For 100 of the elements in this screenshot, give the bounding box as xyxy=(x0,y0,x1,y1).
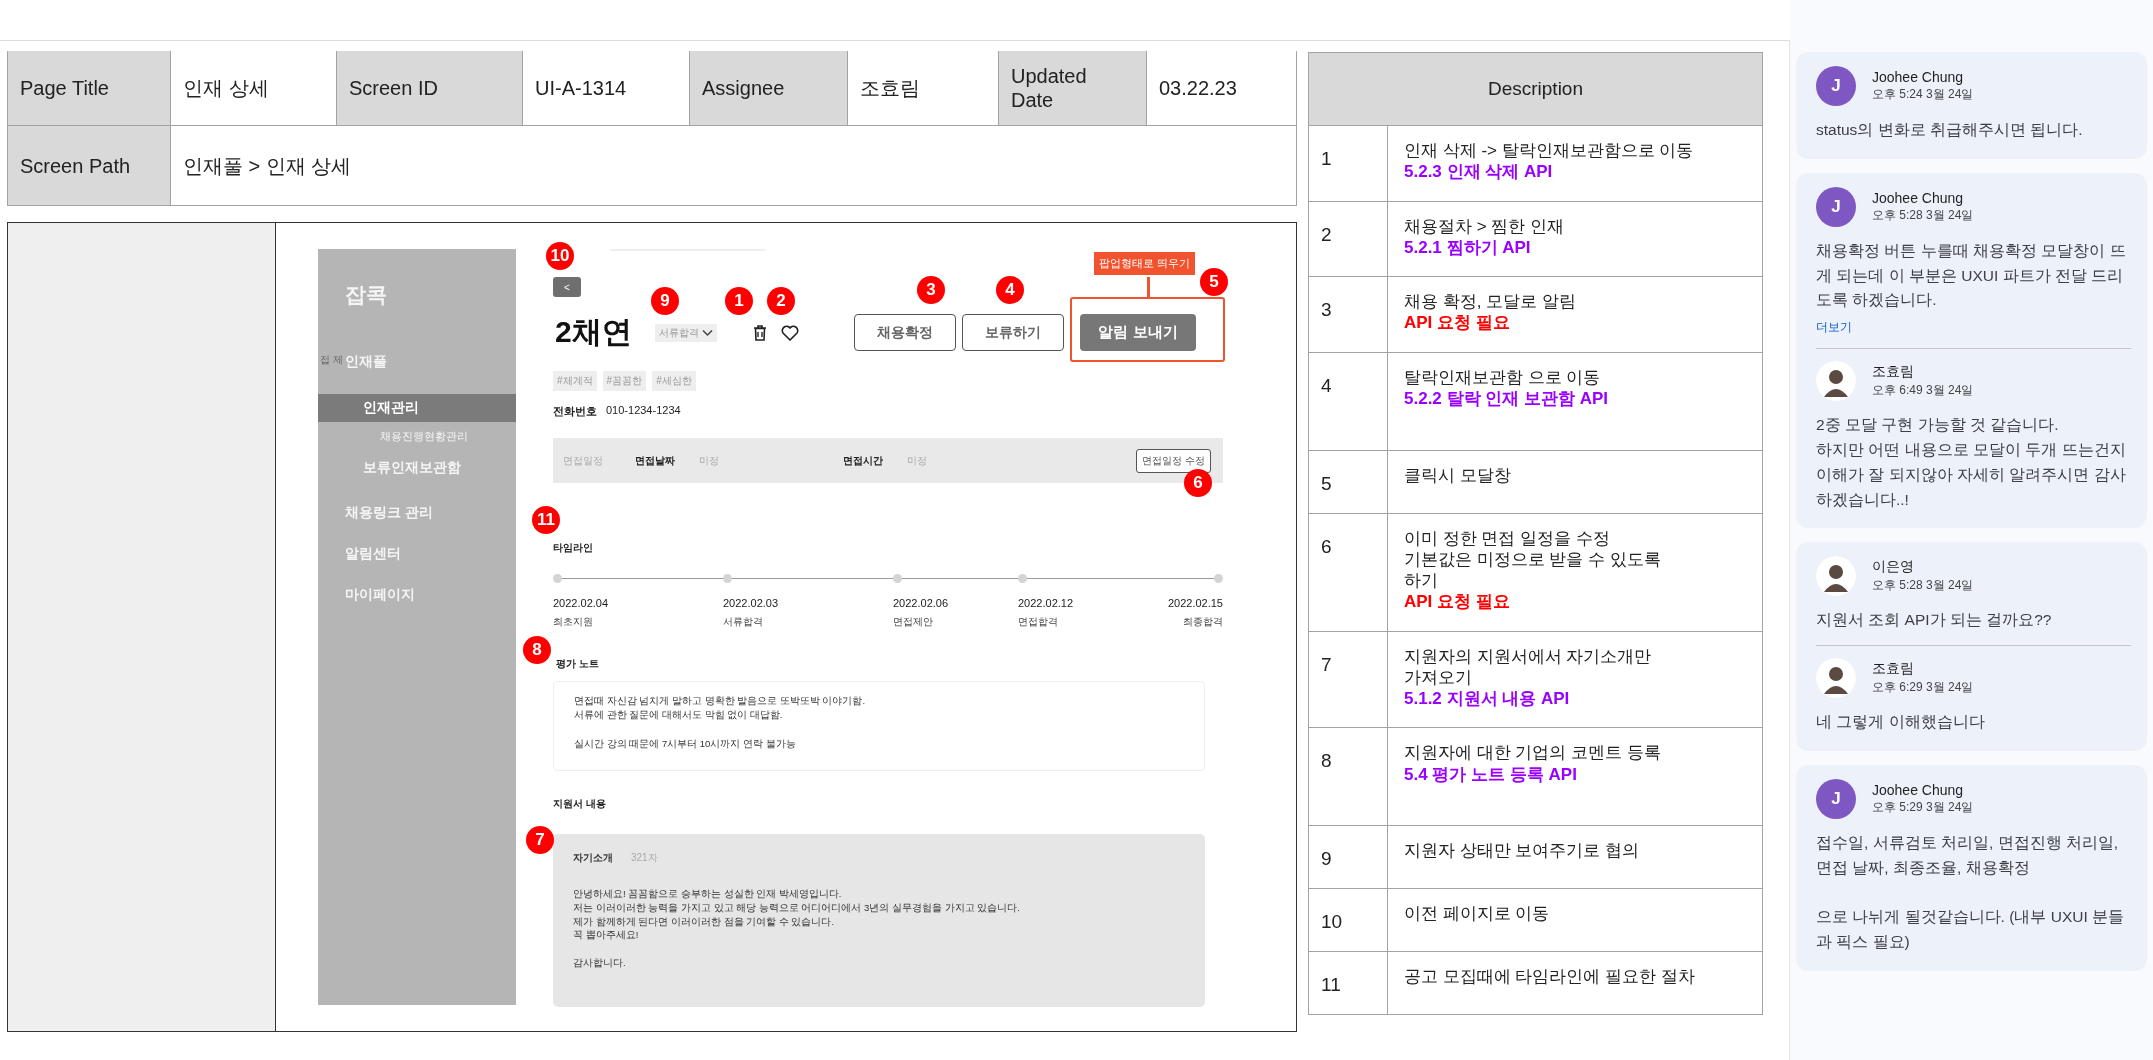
faded-text: 접 제 xyxy=(320,353,343,367)
number-marker: 6 xyxy=(1184,469,1212,497)
timeline-dot xyxy=(553,574,562,583)
description-text: 채용절차 > 찜한 인재 xyxy=(1404,215,1566,237)
caret-icon xyxy=(702,328,713,337)
phone-number: 010-1234-1234 xyxy=(606,404,681,418)
number-marker: 1 xyxy=(725,287,753,315)
row-number: 3 xyxy=(1321,299,1332,320)
back-button[interactable]: < xyxy=(553,277,581,297)
comment-text: 네 그렇게 이해했습니다 xyxy=(1816,712,1986,733)
api-note: 5.2.3 인재 삭제 API xyxy=(1404,161,1554,183)
description-text: 공고 모집때에 타임라인에 필요한 절차 xyxy=(1404,966,1696,988)
number-marker: 3 xyxy=(917,276,945,304)
tag: #꼼꼼한 xyxy=(602,371,647,391)
section-title: 타임라인 xyxy=(553,541,594,555)
number-marker: 8 xyxy=(523,636,551,664)
number-marker: 11 xyxy=(532,506,560,534)
step-date: 2022.02.03 xyxy=(723,597,780,609)
trash-icon[interactable] xyxy=(753,324,767,341)
avatar: J xyxy=(1816,778,1856,819)
comment-author: 이은영 xyxy=(1872,558,1915,577)
description-text: 가져오기 xyxy=(1404,666,1473,688)
row-number: 8 xyxy=(1321,750,1332,772)
send-button[interactable]: 알림 보내기 xyxy=(1080,314,1196,351)
row-number: 6 xyxy=(1321,535,1332,557)
more-link[interactable]: 더보기 xyxy=(1816,319,1852,337)
timeline-dot xyxy=(893,574,902,583)
avatar xyxy=(1816,658,1856,699)
row-number: 4 xyxy=(1321,374,1332,396)
api-note: 5.2.1 찜하기 API xyxy=(1404,236,1532,258)
avatar xyxy=(1816,361,1856,402)
step-date: 2022.02.04 xyxy=(553,597,610,609)
tag: #체계적 xyxy=(553,371,597,391)
field-value: 인재풀 > 인재 상세 xyxy=(183,153,352,178)
step-label: 최종합격 xyxy=(1183,615,1223,629)
description-text: 클릭시 모달창 xyxy=(1404,464,1512,486)
column-header: Description xyxy=(1487,78,1583,100)
row-number: 1 xyxy=(1321,148,1332,169)
step-date: 2022.02.06 xyxy=(893,597,950,609)
avatar: J xyxy=(1816,66,1856,106)
step-label: 면접합격 xyxy=(1018,615,1059,629)
heart-icon[interactable] xyxy=(781,324,799,341)
comment-time: 오후 6:49 3월 24일 xyxy=(1872,382,1974,400)
edit-schedule-button[interactable]: 면접일정 수정 xyxy=(1136,448,1211,473)
interview-value: 미정 xyxy=(699,453,719,468)
number-marker: 4 xyxy=(996,276,1024,304)
comment-time: 오후 5:28 3월 24일 xyxy=(1872,577,1974,595)
step-label: 최초지원 xyxy=(553,615,594,629)
description-text: 탈락인재보관함 으로 이동 xyxy=(1404,366,1602,388)
row-number: 9 xyxy=(1321,848,1332,870)
api-note: API 요청 필요 xyxy=(1404,312,1511,334)
api-note: 5.4 평가 노트 등록 API xyxy=(1404,763,1578,785)
comment-time: 오후 5:29 3월 24일 xyxy=(1872,798,1974,816)
comment-text: 지원서 조회 API가 되는 걸까요?? xyxy=(1816,610,2053,631)
step-label: 서류합격 xyxy=(723,615,764,629)
number-marker: 2 xyxy=(767,287,795,315)
logo: 잡콕 xyxy=(345,282,388,308)
description-text: 지원자 상태만 보여주기로 협의 xyxy=(1404,840,1641,862)
field-label: Assignee xyxy=(702,76,785,100)
section-label: 자기소개 xyxy=(573,851,613,865)
api-note: API 요청 필요 xyxy=(1404,591,1511,613)
annotation-tag: 팝업형태로 띄우기 xyxy=(1094,252,1196,275)
row-number: 5 xyxy=(1321,472,1332,494)
description-text: 지원자에 대한 기업의 코멘트 등록 xyxy=(1404,742,1662,764)
action-button[interactable]: 채용확정 xyxy=(854,314,956,351)
api-note: 5.2.2 탈락 인재 보관함 API xyxy=(1404,387,1610,409)
field-label: Screen Path xyxy=(20,153,131,178)
number-marker: 7 xyxy=(526,826,554,854)
step-date: 2022.02.12 xyxy=(1018,597,1075,609)
interview-label: 면접시간 xyxy=(843,453,883,468)
interview-value: 미정 xyxy=(907,453,927,468)
comment-time: 오후 5:24 3월 24일 xyxy=(1872,86,1974,103)
comment-time: 오후 6:29 3월 24일 xyxy=(1872,679,1974,697)
timeline-dot xyxy=(723,574,732,583)
tag: #세심한 xyxy=(652,371,696,391)
field-value: UI-A-1314 xyxy=(535,76,627,100)
sidebar-item[interactable]: 인재관리 xyxy=(318,394,516,422)
description-text: 지원자의 지원서에서 자기소개만 xyxy=(1404,645,1653,667)
field-value: 인재 상세 xyxy=(183,76,269,100)
description-text: 이전 페이지로 이동 xyxy=(1404,903,1551,925)
row-number: 2 xyxy=(1321,223,1332,245)
char-count: 321자 xyxy=(631,851,658,865)
field-value: 03.22.23 xyxy=(1159,76,1237,100)
field-label: Updated Date xyxy=(1011,64,1088,112)
comment-author: 조효림 xyxy=(1872,363,1915,382)
step-label: 면접제안 xyxy=(893,615,934,629)
comment-text: 채용확정 버튼 누를때 채용확정 모달창이 뜨게 되는데 이 부분은 UXUI 파트가 전달 드리도록 하겠습니다. xyxy=(1816,240,2127,311)
action-button[interactable]: 보류하기 xyxy=(962,314,1064,351)
comment-text: 접수일, 서류검토 처리일, 면접진행 처리일, 면접 날짜, 최종조율, 채용확정 으로 나뉘게 될것같습니다. (내부 UXUI 분들과 픽스 필요) xyxy=(1816,832,2126,953)
phone-label: 전화번호 xyxy=(553,404,597,419)
status-dropdown[interactable]: 서류합격 xyxy=(655,323,717,342)
field-value: 조효림 xyxy=(860,76,920,100)
step-date: 2022.02.15 xyxy=(1167,597,1223,609)
avatar xyxy=(1816,556,1856,597)
section-title: 지원서 내용 xyxy=(553,797,607,811)
field-label: Screen ID xyxy=(349,76,438,100)
interview-label: 면접날짜 xyxy=(635,453,675,468)
candidate-name: 2채연 xyxy=(555,314,633,350)
comment-time: 오후 5:28 3월 24일 xyxy=(1872,206,1974,224)
description-text: 채용 확정, 모달로 알림 xyxy=(1404,291,1577,313)
